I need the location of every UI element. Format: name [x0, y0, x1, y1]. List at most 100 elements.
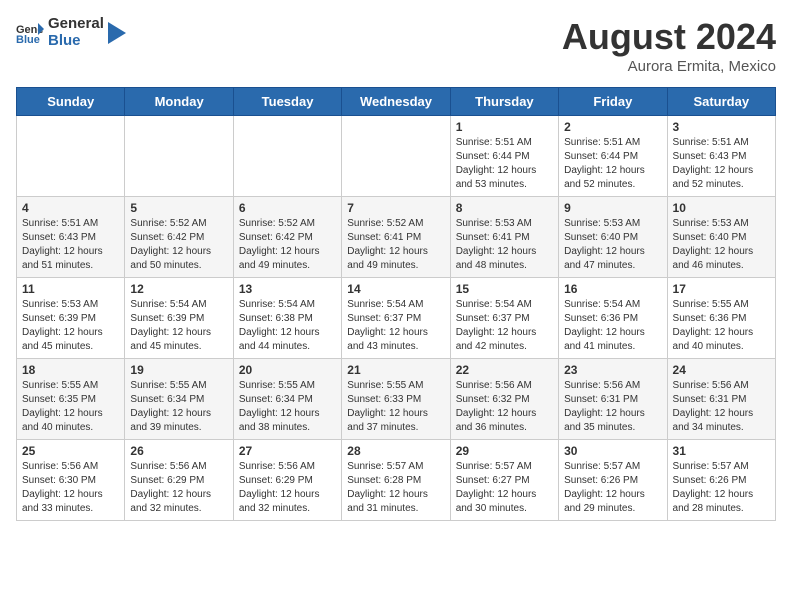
calendar-cell: 20 Sunrise: 5:55 AM Sunset: 6:34 PM Dayli…: [233, 359, 341, 440]
calendar-cell: 16Sunrise: 5:54 AM Sunset: 6:36 PM Dayli…: [559, 278, 667, 359]
day-number: 26: [130, 444, 227, 458]
day-number: 6: [239, 201, 336, 215]
day-info: Sunrise: 5:57 AM Sunset: 6:26 PM Dayligh…: [564, 460, 661, 516]
calendar-cell: 9 Sunrise: 5:53 AM Sunset: 6:40 PM Daylig…: [559, 197, 667, 278]
day-info: Sunrise: 5:51 AM Sunset: 6:44 PM Dayligh…: [456, 136, 553, 192]
calendar-cell: 4Sunrise: 5:51 AM Sunset: 6:43 PM Daylig…: [17, 197, 125, 278]
day-number: 3: [673, 120, 770, 134]
day-number: 10: [673, 201, 770, 215]
calendar-cell: 3 Sunrise: 5:51 AM Sunset: 6:43 PM Daylig…: [667, 116, 775, 197]
day-number: 24: [673, 363, 770, 377]
day-number: 8: [456, 201, 553, 215]
calendar-cell: 13 Sunrise: 5:54 AM Sunset: 6:38 PM Dayli…: [233, 278, 341, 359]
day-number: 22: [456, 363, 553, 377]
day-number: 21: [347, 363, 444, 377]
location-subtitle: Aurora Ermita, Mexico: [562, 58, 776, 75]
calendar-cell: 6 Sunrise: 5:52 AM Sunset: 6:42 PM Daylig…: [233, 197, 341, 278]
day-info: Sunrise: 5:55 AM Sunset: 6:35 PM Dayligh…: [22, 379, 119, 435]
calendar-week-row: 4Sunrise: 5:51 AM Sunset: 6:43 PM Daylig…: [17, 197, 776, 278]
day-number: 29: [456, 444, 553, 458]
day-number: 2: [564, 120, 661, 134]
logo-arrow-icon: [108, 22, 126, 44]
calendar-body: 1 Sunrise: 5:51 AM Sunset: 6:44 PM Daylig…: [17, 116, 776, 521]
calendar-cell: 7 Sunrise: 5:52 AM Sunset: 6:41 PM Daylig…: [342, 197, 450, 278]
calendar-cell: 31Sunrise: 5:57 AM Sunset: 6:26 PM Dayli…: [667, 440, 775, 521]
day-info: Sunrise: 5:56 AM Sunset: 6:30 PM Dayligh…: [22, 460, 119, 516]
weekday-header-row: SundayMondayTuesdayWednesdayThursdayFrid…: [17, 88, 776, 116]
day-number: 20: [239, 363, 336, 377]
month-title: August 2024: [562, 16, 776, 58]
calendar-week-row: 1 Sunrise: 5:51 AM Sunset: 6:44 PM Daylig…: [17, 116, 776, 197]
calendar-cell: 28 Sunrise: 5:57 AM Sunset: 6:28 PM Dayli…: [342, 440, 450, 521]
day-number: 30: [564, 444, 661, 458]
calendar-cell: 15 Sunrise: 5:54 AM Sunset: 6:37 PM Dayli…: [450, 278, 558, 359]
calendar-cell: 24 Sunrise: 5:56 AM Sunset: 6:31 PM Dayli…: [667, 359, 775, 440]
weekday-header-friday: Friday: [559, 88, 667, 116]
day-info: Sunrise: 5:57 AM Sunset: 6:26 PM Dayligh…: [673, 460, 770, 516]
day-number: 28: [347, 444, 444, 458]
calendar-cell: 8Sunrise: 5:53 AM Sunset: 6:41 PM Daylig…: [450, 197, 558, 278]
calendar-cell: 18Sunrise: 5:55 AM Sunset: 6:35 PM Dayli…: [17, 359, 125, 440]
day-info: Sunrise: 5:53 AM Sunset: 6:40 PM Dayligh…: [564, 217, 661, 273]
day-info: Sunrise: 5:54 AM Sunset: 6:39 PM Dayligh…: [130, 298, 227, 354]
day-info: Sunrise: 5:55 AM Sunset: 6:36 PM Dayligh…: [673, 298, 770, 354]
day-number: 15: [456, 282, 553, 296]
day-number: 9: [564, 201, 661, 215]
svg-text:Blue: Blue: [16, 34, 40, 46]
day-number: 7: [347, 201, 444, 215]
calendar-cell: 25 Sunrise: 5:56 AM Sunset: 6:30 PM Dayli…: [17, 440, 125, 521]
weekday-header-sunday: Sunday: [17, 88, 125, 116]
day-info: Sunrise: 5:53 AM Sunset: 6:40 PM Dayligh…: [673, 217, 770, 273]
day-info: Sunrise: 5:56 AM Sunset: 6:29 PM Dayligh…: [239, 460, 336, 516]
day-info: Sunrise: 5:51 AM Sunset: 6:44 PM Dayligh…: [564, 136, 661, 192]
day-info: Sunrise: 5:52 AM Sunset: 6:42 PM Dayligh…: [130, 217, 227, 273]
calendar-cell: 23Sunrise: 5:56 AM Sunset: 6:31 PM Dayli…: [559, 359, 667, 440]
calendar-cell: 17 Sunrise: 5:55 AM Sunset: 6:36 PM Dayli…: [667, 278, 775, 359]
day-info: Sunrise: 5:56 AM Sunset: 6:29 PM Dayligh…: [130, 460, 227, 516]
calendar-cell: 27 Sunrise: 5:56 AM Sunset: 6:29 PM Dayli…: [233, 440, 341, 521]
day-info: Sunrise: 5:53 AM Sunset: 6:39 PM Dayligh…: [22, 298, 119, 354]
day-info: Sunrise: 5:56 AM Sunset: 6:32 PM Dayligh…: [456, 379, 553, 435]
calendar-header: SundayMondayTuesdayWednesdayThursdayFrid…: [17, 88, 776, 116]
calendar-cell: 1 Sunrise: 5:51 AM Sunset: 6:44 PM Daylig…: [450, 116, 558, 197]
day-info: Sunrise: 5:56 AM Sunset: 6:31 PM Dayligh…: [673, 379, 770, 435]
day-info: Sunrise: 5:52 AM Sunset: 6:41 PM Dayligh…: [347, 217, 444, 273]
calendar-week-row: 25 Sunrise: 5:56 AM Sunset: 6:30 PM Dayli…: [17, 440, 776, 521]
day-info: Sunrise: 5:57 AM Sunset: 6:28 PM Dayligh…: [347, 460, 444, 516]
day-info: Sunrise: 5:55 AM Sunset: 6:34 PM Dayligh…: [130, 379, 227, 435]
day-number: 17: [673, 282, 770, 296]
calendar-cell: 19 Sunrise: 5:55 AM Sunset: 6:34 PM Dayli…: [125, 359, 233, 440]
calendar-cell: 11Sunrise: 5:53 AM Sunset: 6:39 PM Dayli…: [17, 278, 125, 359]
day-number: 12: [130, 282, 227, 296]
day-number: 1: [456, 120, 553, 134]
calendar-cell: [233, 116, 341, 197]
logo-blue-text: Blue: [48, 33, 104, 50]
day-info: Sunrise: 5:54 AM Sunset: 6:37 PM Dayligh…: [456, 298, 553, 354]
day-number: 14: [347, 282, 444, 296]
day-number: 5: [130, 201, 227, 215]
calendar-cell: 5 Sunrise: 5:52 AM Sunset: 6:42 PM Daylig…: [125, 197, 233, 278]
day-number: 27: [239, 444, 336, 458]
logo-icon: General Blue: [16, 19, 44, 47]
day-info: Sunrise: 5:54 AM Sunset: 6:37 PM Dayligh…: [347, 298, 444, 354]
day-number: 23: [564, 363, 661, 377]
day-info: Sunrise: 5:54 AM Sunset: 6:38 PM Dayligh…: [239, 298, 336, 354]
calendar-week-row: 11Sunrise: 5:53 AM Sunset: 6:39 PM Dayli…: [17, 278, 776, 359]
weekday-header-saturday: Saturday: [667, 88, 775, 116]
day-number: 19: [130, 363, 227, 377]
day-number: 16: [564, 282, 661, 296]
calendar-cell: 14 Sunrise: 5:54 AM Sunset: 6:37 PM Dayli…: [342, 278, 450, 359]
weekday-header-thursday: Thursday: [450, 88, 558, 116]
title-block: August 2024 Aurora Ermita, Mexico: [562, 16, 776, 75]
day-number: 13: [239, 282, 336, 296]
weekday-header-wednesday: Wednesday: [342, 88, 450, 116]
day-number: 4: [22, 201, 119, 215]
day-info: Sunrise: 5:52 AM Sunset: 6:42 PM Dayligh…: [239, 217, 336, 273]
weekday-header-tuesday: Tuesday: [233, 88, 341, 116]
day-info: Sunrise: 5:55 AM Sunset: 6:34 PM Dayligh…: [239, 379, 336, 435]
calendar-cell: 21Sunrise: 5:55 AM Sunset: 6:33 PM Dayli…: [342, 359, 450, 440]
day-info: Sunrise: 5:51 AM Sunset: 6:43 PM Dayligh…: [673, 136, 770, 192]
calendar-cell: 22 Sunrise: 5:56 AM Sunset: 6:32 PM Dayli…: [450, 359, 558, 440]
day-number: 25: [22, 444, 119, 458]
calendar-cell: [125, 116, 233, 197]
